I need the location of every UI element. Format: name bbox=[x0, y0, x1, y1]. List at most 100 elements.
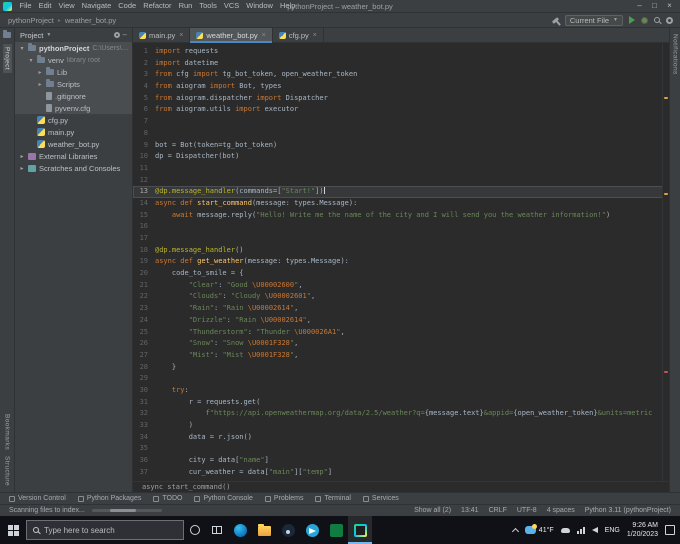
code-line-11[interactable]: 11 bbox=[133, 163, 669, 175]
network-icon[interactable] bbox=[576, 526, 585, 534]
code-line-30[interactable]: 30 try: bbox=[133, 385, 669, 397]
code-line-37[interactable]: 37 cur_weather = data["main"]["temp"] bbox=[133, 467, 669, 479]
code-line-33[interactable]: 33 ) bbox=[133, 420, 669, 432]
code-line-21[interactable]: 21 "Clear": "Good \U00002600", bbox=[133, 280, 669, 292]
code-line-26[interactable]: 26 "Snow": "Snow \U0001F328", bbox=[133, 338, 669, 350]
project-panel-title[interactable]: Project bbox=[20, 31, 43, 40]
error-stripe[interactable] bbox=[662, 43, 669, 481]
tree-item-venv[interactable]: ▾ venv library root bbox=[15, 54, 132, 66]
tree-item-cfg.py[interactable]: cfg.py bbox=[15, 114, 132, 126]
menu-code[interactable]: Code bbox=[115, 0, 140, 12]
code-line-16[interactable]: 16 bbox=[133, 221, 669, 233]
minimize-button[interactable]: – bbox=[632, 0, 647, 12]
menu-refactor[interactable]: Refactor bbox=[140, 0, 175, 12]
cortana-button[interactable] bbox=[184, 516, 206, 544]
stripe-project-button[interactable]: Project bbox=[2, 44, 12, 74]
code-line-14[interactable]: 14 async def start_command(message: types… bbox=[133, 198, 669, 210]
search-everywhere-icon[interactable] bbox=[654, 17, 660, 23]
chevron-right-icon[interactable]: ▸ bbox=[37, 69, 43, 76]
code-line-7[interactable]: 7 bbox=[133, 116, 669, 128]
code-line-23[interactable]: 23 "Rain": "Rain \U00002614", bbox=[133, 303, 669, 315]
nav-breadcrumb-file[interactable]: weather_bot.py bbox=[64, 16, 117, 25]
taskbar-app-edge[interactable] bbox=[228, 516, 252, 544]
code-line-13[interactable]: 13 @dp.message_handler(commands=["Start!"… bbox=[133, 186, 669, 198]
code-line-20[interactable]: 20 code_to_smile = { bbox=[133, 268, 669, 280]
warning-mark-icon[interactable] bbox=[664, 193, 668, 195]
code-line-9[interactable]: 9 bot = Bot(token=tg_bot_token) bbox=[133, 140, 669, 152]
project-tool-icon[interactable] bbox=[3, 30, 11, 38]
weather-widget[interactable]: 41°F bbox=[524, 524, 554, 534]
tool-window-problems[interactable]: Problems bbox=[264, 495, 303, 502]
tool-window-version-control[interactable]: Version Control bbox=[9, 495, 66, 502]
code-line-32[interactable]: 32 f"https://api.openweathermap.org/data… bbox=[133, 408, 669, 420]
chevron-right-icon[interactable]: ▸ bbox=[19, 165, 25, 172]
volume-icon[interactable] bbox=[591, 527, 598, 533]
close-icon[interactable]: × bbox=[179, 32, 183, 39]
tree-item-external-libraries[interactable]: ▸ External Libraries bbox=[15, 150, 132, 162]
taskbar-app-telegram[interactable] bbox=[300, 516, 324, 544]
stripe-notifications-button[interactable]: Notifications bbox=[672, 34, 679, 75]
tree-item-lib[interactable]: ▸ Lib bbox=[15, 66, 132, 78]
tool-window-terminal[interactable]: Terminal bbox=[315, 495, 351, 502]
code-line-25[interactable]: 25 "Thunderstorm": "Thunder \U000026A1", bbox=[133, 327, 669, 339]
taskbar-search[interactable] bbox=[26, 520, 184, 540]
code-line-29[interactable]: 29 bbox=[133, 373, 669, 385]
close-icon[interactable]: × bbox=[262, 32, 266, 39]
close-button[interactable]: × bbox=[662, 0, 677, 12]
maximize-button[interactable]: □ bbox=[647, 0, 662, 12]
tree-item-main.py[interactable]: main.py bbox=[15, 126, 132, 138]
warning-mark-icon[interactable] bbox=[664, 97, 668, 99]
menu-vcs[interactable]: VCS bbox=[220, 0, 242, 12]
panel-settings-gear-icon[interactable] bbox=[113, 32, 120, 38]
menu-window[interactable]: Window bbox=[243, 0, 277, 12]
task-view-button[interactable] bbox=[206, 516, 228, 544]
onedrive-icon[interactable] bbox=[560, 527, 570, 533]
tab-cfg.py[interactable]: cfg.py × bbox=[273, 28, 324, 43]
tool-window-python-console[interactable]: Python Console bbox=[194, 495, 253, 502]
tree-item-.gitignore[interactable]: .gitignore bbox=[15, 90, 132, 102]
hide-panel-icon[interactable]: – bbox=[123, 31, 127, 39]
chevron-down-icon[interactable]: ▼ bbox=[46, 32, 51, 38]
code-line-15[interactable]: 15 await message.reply("Hello! Write me … bbox=[133, 210, 669, 222]
code-line-2[interactable]: 2 import datetime bbox=[133, 58, 669, 70]
menu-edit[interactable]: Edit bbox=[35, 0, 55, 12]
taskbar-app-file-explorer[interactable] bbox=[252, 516, 276, 544]
tree-item-scratches-and-consoles[interactable]: ▸ Scratches and Consoles bbox=[15, 162, 132, 174]
settings-gear-icon[interactable] bbox=[666, 16, 673, 24]
code-line-22[interactable]: 22 "Clouds": "Cloudy \U00002601", bbox=[133, 291, 669, 303]
language-indicator[interactable]: ENG bbox=[605, 527, 620, 534]
taskbar-app-excel[interactable] bbox=[324, 516, 348, 544]
menu-file[interactable]: File bbox=[16, 0, 35, 12]
code-line-4[interactable]: 4 from aiogram import Bot, types bbox=[133, 81, 669, 93]
status-4-spaces[interactable]: 4 spaces bbox=[547, 507, 575, 514]
breadcrumb-context[interactable]: async start_command() bbox=[142, 483, 231, 491]
taskbar-clock[interactable]: 9:26 AM 1/20/2023 bbox=[627, 521, 658, 539]
tab-weather-bot.py[interactable]: weather_bot.py × bbox=[190, 28, 273, 43]
code-line-1[interactable]: 1 import requests bbox=[133, 46, 669, 58]
action-center-icon[interactable] bbox=[665, 525, 675, 535]
stripe-bookmarks-button[interactable]: Bookmarks bbox=[4, 414, 11, 450]
code-line-5[interactable]: 5 from aiogram.dispatcher import Dispatch… bbox=[133, 93, 669, 105]
chevron-down-icon[interactable]: ▾ bbox=[19, 45, 25, 52]
code-line-8[interactable]: 8 bbox=[133, 128, 669, 140]
code-line-17[interactable]: 17 bbox=[133, 233, 669, 245]
code-line-18[interactable]: 18 @dp.message_handler() bbox=[133, 245, 669, 257]
tree-item-weather-bot.py[interactable]: weather_bot.py bbox=[15, 138, 132, 150]
code-line-27[interactable]: 27 "Mist": "Mist \U0001F328", bbox=[133, 350, 669, 362]
run-configuration-combo[interactable]: Current File ▼ bbox=[564, 14, 623, 26]
code-line-31[interactable]: 31 r = requests.get( bbox=[133, 397, 669, 409]
close-icon[interactable]: × bbox=[313, 32, 317, 39]
tree-item-pyvenv.cfg[interactable]: pyvenv.cfg bbox=[15, 102, 132, 114]
tab-main.py[interactable]: main.py × bbox=[133, 28, 191, 43]
tree-item-scripts[interactable]: ▸ Scripts bbox=[15, 78, 132, 90]
tool-window-services[interactable]: Services bbox=[362, 495, 399, 502]
status-13-41[interactable]: 13:41 bbox=[461, 507, 479, 514]
status-crlf[interactable]: CRLF bbox=[489, 507, 507, 514]
code-line-34[interactable]: 34 data = r.json() bbox=[133, 432, 669, 444]
menu-run[interactable]: Run bbox=[175, 0, 196, 12]
build-hammer-icon[interactable] bbox=[551, 16, 560, 24]
code-line-10[interactable]: 10 dp = Dispatcher(bot) bbox=[133, 151, 669, 163]
status-utf-8[interactable]: UTF-8 bbox=[517, 507, 537, 514]
status-python-3.11-pythonproject[interactable]: Python 3.11 (pythonProject) bbox=[585, 507, 671, 514]
hidden-icons-chevron[interactable] bbox=[511, 527, 519, 535]
